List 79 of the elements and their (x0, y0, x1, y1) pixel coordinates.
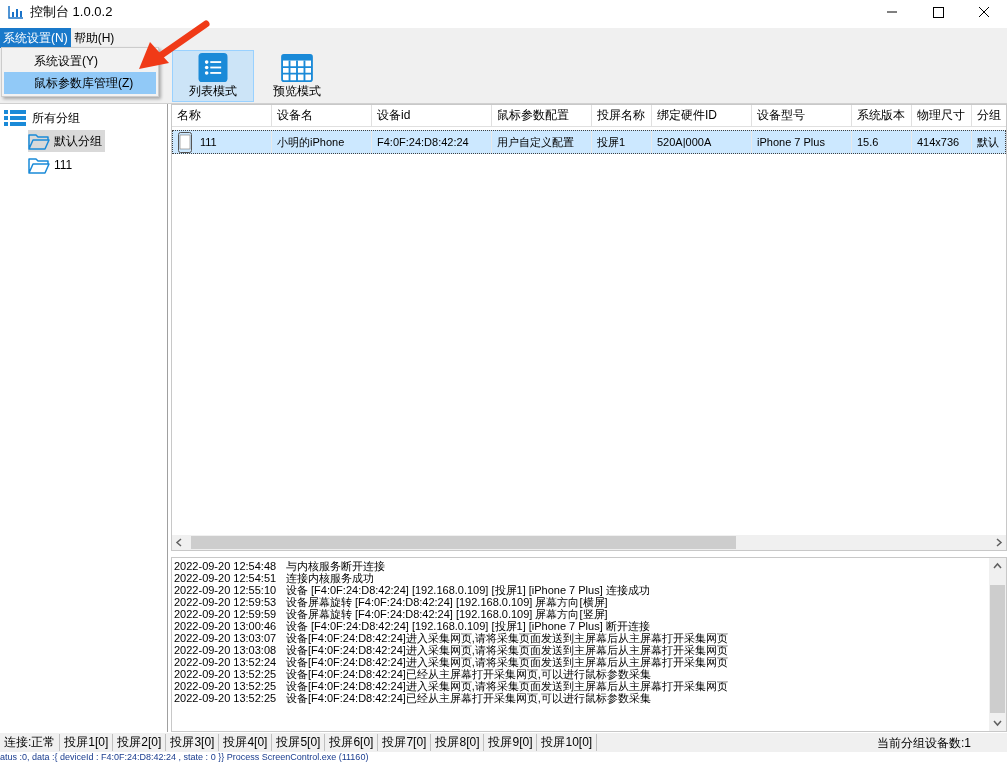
menu-item[interactable]: 系统设置(N) (0, 28, 71, 48)
column-header[interactable]: 设备型号 (752, 105, 852, 126)
log-message: 设备 [F4:0F:24:D8:42:24] [192.168.0.109] [投屏1] [iPhone 7 Plus] 连接成功 (286, 583, 650, 596)
log-message: 设备[F4:0F:24:D8:42:24]已经从主屏幕打开采集网页,可以进行鼠标参数采集 (286, 667, 651, 680)
log-time: 2022-09-20 12:59:59 (174, 607, 278, 620)
grid-icon (280, 54, 314, 82)
log-time: 2022-09-20 12:54:51 (174, 571, 278, 584)
table-cell-text: 520A|000A (657, 134, 712, 150)
column-header[interactable]: 设备名 (272, 105, 372, 126)
log-message: 设备[F4:0F:24:D8:42:24]进入采集网页,请将采集页面发送到主屏幕后从主屏幕打开采集网页 (286, 643, 728, 656)
tree-item[interactable]: 所有分组 (0, 108, 167, 128)
horizontal-scrollbar[interactable] (172, 534, 1006, 550)
table-cell-text: 默认 (977, 134, 999, 150)
column-header[interactable]: 分组 (972, 105, 1006, 126)
log-message: 设备[F4:0F:24:D8:42:24]进入采集网页,请将采集页面发送到主屏幕后从主屏幕打开采集网页 (286, 679, 728, 692)
status-item: 投屏6[0] (325, 734, 379, 751)
table-cell-text: F4:0F:24:D8:42:24 (377, 134, 469, 150)
log-time: 2022-09-20 12:55:10 (174, 583, 278, 596)
toolbar-button[interactable]: 列表模式 (172, 50, 254, 102)
phone-icon (178, 131, 192, 153)
column-header[interactable]: 投屏名称 (592, 105, 652, 126)
table-cell-text: iPhone 7 Plus (757, 134, 825, 150)
status-item: 投屏3[0] (166, 734, 220, 751)
table-cell-text: 投屏1 (597, 134, 626, 150)
status-item: 投屏10[0] (537, 734, 598, 751)
log-time: 2022-09-20 13:03:08 (174, 643, 278, 656)
annotation-arrow (138, 20, 210, 70)
log-time: 2022-09-20 13:00:46 (174, 619, 278, 632)
column-header[interactable]: 系统版本 (852, 105, 912, 126)
list-icon (197, 53, 229, 82)
background-window-text: atus :0, data :{ deviceId : F4:0F:24:D8:42:24 , state : 0 }} Process ScreenControl.exe (11160) (0, 752, 370, 762)
log-time: 2022-09-20 13:52:25 (174, 691, 278, 704)
table-cell-text: 用户自定义配置 (497, 134, 574, 150)
table-cell-text: 小明的iPhone (277, 134, 345, 150)
column-header[interactable]: 物理尺寸 (912, 105, 972, 126)
scrollbar-thumb[interactable] (990, 584, 1005, 713)
folder-icon (28, 132, 50, 150)
tree-item[interactable]: 111 (28, 154, 76, 176)
menu-item[interactable]: 系统设置(Y) (4, 50, 102, 72)
log-message: 设备[F4:0F:24:D8:42:24]进入采集网页,请将采集页面发送到主屏幕后从主屏幕打开采集网页 (286, 655, 728, 668)
column-header[interactable]: 鼠标参数配置 (492, 105, 592, 126)
app-icon (8, 5, 24, 19)
status-item: 投屏4[0] (219, 734, 273, 751)
column-header[interactable]: 绑定硬件ID (652, 105, 752, 126)
table-cell-text: 414x736 (917, 134, 960, 150)
log-message: 设备屏幕旋转 [F4:0F:24:D8:42:24] [192.168.0.109] 屏幕方向[竖屏] (286, 607, 608, 620)
log-time: 2022-09-20 13:52:25 (174, 667, 278, 680)
folder-icon (28, 156, 50, 174)
log-message: 连接内核服务成功 (286, 571, 374, 584)
status-item: 投屏7[0] (378, 734, 432, 751)
column-header[interactable]: 名称 (172, 105, 272, 126)
column-header[interactable]: 设备id (372, 105, 492, 126)
device-count: 当前分组设备数:1 (877, 734, 971, 752)
status-item: 投屏2[0] (113, 734, 167, 751)
log-time: 2022-09-20 12:54:48 (174, 559, 278, 572)
toolbar-button[interactable]: 预览模式 (256, 50, 338, 102)
scrollbar-thumb[interactable] (191, 535, 736, 549)
log-message: 设备屏幕旋转 [F4:0F:24:D8:42:24] [192.168.0.109] 屏幕方向[横屏] (286, 595, 608, 608)
log-time: 2022-09-20 13:52:25 (174, 679, 278, 692)
log-message: 设备[F4:0F:24:D8:42:24]已经从主屏幕打开采集网页,可以进行鼠标参数采集 (286, 691, 651, 704)
status-item: 投屏5[0] (272, 734, 326, 751)
status-item: 投屏1[0] (60, 734, 114, 751)
log-time: 2022-09-20 13:03:07 (174, 631, 278, 644)
list-icon (4, 110, 26, 126)
log-message: 与内核服务断开连接 (286, 559, 385, 572)
status-item: 投屏8[0] (431, 734, 485, 751)
vertical-scrollbar[interactable] (989, 557, 1006, 731)
log-message: 设备[F4:0F:24:D8:42:24]进入采集网页,请将采集页面发送到主屏幕后从主屏幕打开采集网页 (286, 631, 728, 644)
table-cell-text: 15.6 (857, 134, 879, 150)
tree-item[interactable]: 默认分组 (28, 130, 105, 152)
menu-item[interactable]: 鼠标参数库管理(Z) (4, 72, 156, 94)
menu-item[interactable]: 帮助(H) (70, 28, 118, 48)
status-item: 连接:正常 (0, 734, 61, 751)
window-title: 控制台 1.0.0.2 (30, 3, 113, 22)
table-row[interactable]: 111 小明的iPhone F4:0F:24:D8:42:24 用户自定义配置 投屏1 520A|000A iPhone 7 Plus 15.6 414x736 默认 (172, 130, 1006, 154)
log-time: 2022-09-20 13:52:24 (174, 655, 278, 668)
log-time: 2022-09-20 12:59:53 (174, 595, 278, 608)
status-item: 投屏9[0] (484, 734, 538, 751)
table-cell-text: 111 (200, 134, 217, 150)
